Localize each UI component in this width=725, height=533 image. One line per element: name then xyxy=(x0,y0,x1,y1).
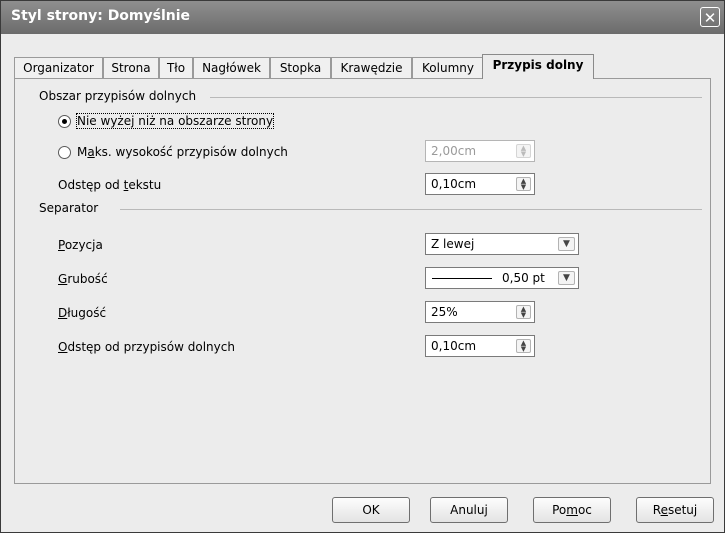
separator-position-label: Pozycja xyxy=(58,238,103,252)
footnote-area-heading: Obszar przypisów dolnych xyxy=(39,89,203,103)
tab-page[interactable]: Strona xyxy=(103,57,159,78)
separator-length-value: 25% xyxy=(431,305,458,319)
tab-footnote[interactable]: Przypis dolny xyxy=(482,54,594,79)
cancel-button[interactable]: Anuluj xyxy=(430,497,508,523)
separator-weight-label: Grubość xyxy=(58,272,108,286)
radio-max-height-label[interactable]: Maks. wysokość przypisów dolnych xyxy=(77,145,288,159)
separator-position-dropdown[interactable]: Z lewej ▼ xyxy=(425,233,579,255)
close-icon[interactable]: ✕ xyxy=(700,7,720,27)
separator-weight-dropdown[interactable]: 0,50 pt ▼ xyxy=(425,267,579,289)
radio-max-footnote-height[interactable] xyxy=(58,146,71,159)
tab-footer[interactable]: Stopka xyxy=(270,57,331,78)
dialog-client-area: Organizator Strona Tło Nagłówek Stopka K… xyxy=(6,34,719,528)
separator-length-label: Długość xyxy=(58,306,107,320)
separator-heading: Separator xyxy=(39,201,105,215)
spacing-to-text-label: Odstęp od tekstu xyxy=(58,178,162,192)
footnote-tab-panel: Obszar przypisów dolnych Nie wyżej niż n… xyxy=(14,78,711,484)
help-button[interactable]: Pomoc xyxy=(533,497,611,523)
spin-arrows-icon[interactable]: ▲ ▼ xyxy=(516,339,531,353)
section-divider xyxy=(210,97,702,98)
section-divider xyxy=(120,209,702,210)
max-height-spinbox[interactable]: 2,00cm ▲ ▼ xyxy=(425,140,535,162)
radio-not-larger-label[interactable]: Nie wyżej niż na obszarze strony xyxy=(75,113,275,129)
radio-not-larger-than-page[interactable] xyxy=(58,115,71,128)
dialog-title: Styl strony: Domyślnie xyxy=(11,8,191,24)
separator-length-spinbox[interactable]: 25% ▲ ▼ xyxy=(425,301,535,323)
spacing-to-text-spinbox[interactable]: 0,10cm ▲ ▼ xyxy=(425,173,535,195)
separator-weight-value: 0,50 pt xyxy=(502,271,545,285)
spacing-to-text-value: 0,10cm xyxy=(431,177,477,191)
tab-organizer[interactable]: Organizator xyxy=(14,57,103,78)
line-weight-preview xyxy=(432,278,492,279)
spin-arrows-icon[interactable]: ▲ ▼ xyxy=(516,144,531,158)
spacing-to-contents-value: 0,10cm xyxy=(431,339,477,353)
spacing-to-contents-label: Odstęp od przypisów dolnych xyxy=(58,340,235,354)
max-height-value: 2,00cm xyxy=(431,144,477,158)
radio-selected-dot xyxy=(62,119,67,124)
chevron-down-icon[interactable]: ▼ xyxy=(558,271,575,285)
reset-button[interactable]: Resetuj xyxy=(636,497,714,523)
spin-arrows-icon[interactable]: ▲ ▼ xyxy=(516,305,531,319)
title-bar[interactable]: Styl strony: Domyślnie ✕ xyxy=(1,1,724,34)
separator-position-value: Z lewej xyxy=(431,237,475,251)
spin-arrows-icon[interactable]: ▲ ▼ xyxy=(516,177,531,191)
tab-header[interactable]: Nagłówek xyxy=(193,57,270,78)
spacing-to-contents-spinbox[interactable]: 0,10cm ▲ ▼ xyxy=(425,335,535,357)
chevron-down-icon[interactable]: ▼ xyxy=(558,237,575,251)
tab-borders[interactable]: Krawędzie xyxy=(331,57,412,78)
tab-area[interactable]: Tło xyxy=(159,57,193,78)
ok-button[interactable]: OK xyxy=(332,497,410,523)
page-style-dialog: Styl strony: Domyślnie ✕ Organizator Str… xyxy=(0,0,725,533)
tab-columns[interactable]: Kolumny xyxy=(412,57,484,78)
